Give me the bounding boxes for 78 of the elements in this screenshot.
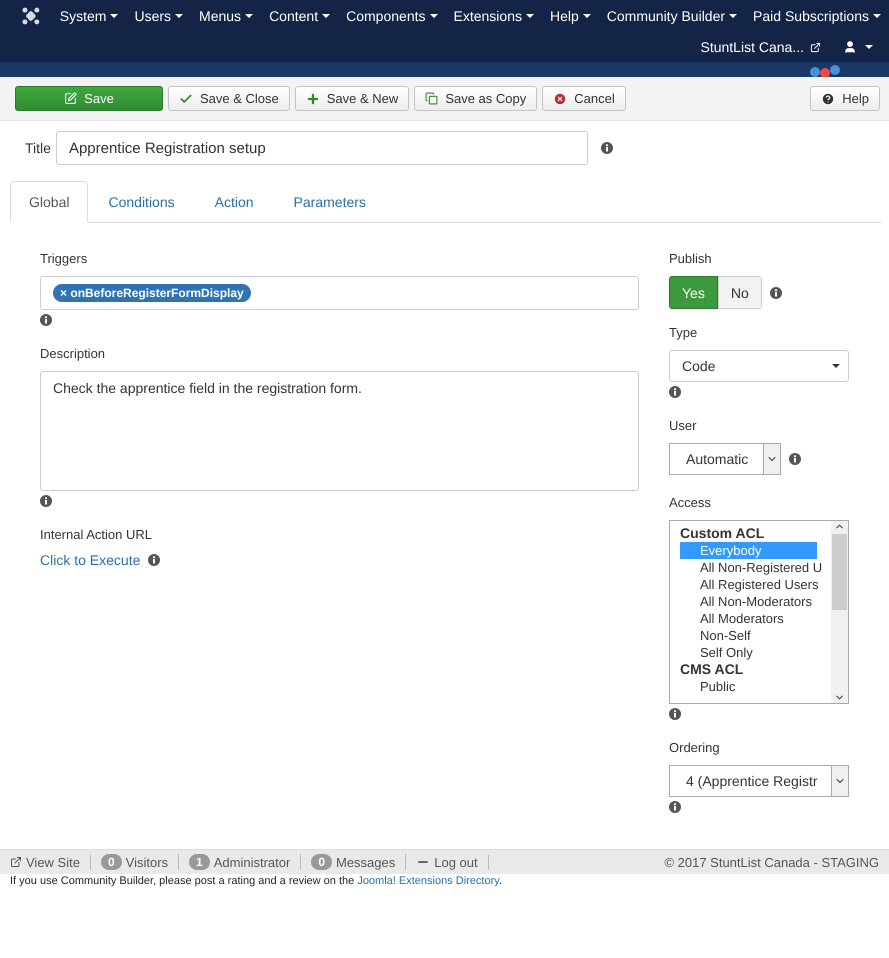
toolbar-button[interactable]: Save & New: [294, 86, 410, 111]
description-field[interactable]: Check the apprentice field in the registration form.: [40, 371, 639, 491]
access-option[interactable]: All Non-Registered U: [680, 559, 822, 576]
access-option[interactable]: All Registered Users: [680, 576, 818, 593]
info-icon: [770, 286, 782, 298]
ordering-select[interactable]: 4 (Apprentice Registr: [669, 765, 849, 797]
info-icon: [40, 495, 52, 507]
field-label: Type: [669, 325, 698, 340]
cancel-icon: [553, 92, 568, 106]
user-select[interactable]: Automatic: [669, 443, 781, 475]
menu-item[interactable]: Help: [542, 8, 599, 24]
access-option[interactable]: Self Only: [680, 644, 817, 661]
status-item[interactable]: 0 Messages: [301, 854, 406, 870]
access-listbox[interactable]: Custom ACL Everybody All Non-Registered U All Registered Users All Non-Moderators All Moderators Non-Self Self Only CMS ACL Public: [669, 520, 849, 704]
help-button[interactable]: Help: [810, 86, 880, 111]
menu-item[interactable]: Menus: [191, 8, 262, 24]
info-icon: [669, 386, 681, 398]
access-option[interactable]: Public: [680, 678, 817, 695]
tab[interactable]: Conditions: [90, 181, 193, 222]
menu-item[interactable]: Components: [338, 8, 446, 24]
menu-item[interactable]: Community Builder: [598, 8, 746, 24]
field-label: Triggers: [40, 251, 88, 266]
tab[interactable]: Global: [10, 181, 88, 223]
external-link-icon: [10, 856, 22, 868]
field-label: Ordering: [669, 740, 721, 755]
toolbar-button[interactable]: Save: [15, 86, 163, 111]
info-icon: [148, 554, 160, 566]
copy-icon: [425, 92, 438, 105]
user-icon: [843, 40, 857, 54]
tab[interactable]: Parameters: [276, 181, 384, 222]
menu-item[interactable]: Paid Subscriptions: [745, 8, 889, 24]
view-site-link[interactable]: View Site: [10, 854, 91, 870]
info-icon: [669, 708, 681, 720]
field-label: User: [669, 418, 698, 433]
logout-link[interactable]: Log out: [406, 854, 489, 870]
toolbar-button[interactable]: Save & Close: [168, 86, 290, 111]
user-menu[interactable]: [843, 40, 873, 54]
publish-toggle[interactable]: Yes: [669, 276, 718, 309]
field-label: Access: [669, 495, 712, 510]
menu-item[interactable]: Users: [126, 8, 192, 24]
directory-link[interactable]: Joomla! Extensions Directory: [357, 875, 499, 887]
footer-note: If you use Community Builder, please post a rating and a review on the Joomla! Extensions Directory.: [9, 874, 503, 888]
access-option[interactable]: All Non-Moderators: [680, 593, 817, 610]
plus-icon: [306, 92, 320, 106]
info-icon: [669, 801, 681, 813]
edit-icon: [64, 92, 78, 105]
publish-toggle[interactable]: No: [718, 276, 762, 309]
help-icon: [821, 92, 836, 106]
menu-item[interactable]: Content: [261, 8, 338, 24]
info-icon: [600, 142, 613, 154]
site-link[interactable]: StuntList Cana...: [700, 39, 821, 55]
field-label: Description: [40, 346, 106, 361]
title-field[interactable]: Apprentice Registration setup: [56, 131, 588, 165]
logo-icon[interactable]: [22, 7, 40, 25]
toolbar-button[interactable]: Save as Copy: [414, 86, 538, 111]
title-label: Title: [25, 140, 51, 156]
menu-item[interactable]: Extensions: [446, 8, 542, 24]
access-option[interactable]: All Moderators: [680, 610, 817, 627]
scrollbar[interactable]: [831, 521, 848, 703]
check-icon: [179, 92, 193, 106]
execute-link[interactable]: Click to Execute: [40, 552, 140, 568]
status-item[interactable]: 0 Visitors: [90, 854, 180, 870]
menu-item[interactable]: System: [52, 8, 126, 24]
info-icon: [789, 453, 801, 465]
access-option[interactable]: Non-Self: [680, 627, 817, 644]
option-group-label: Custom ACL: [680, 525, 766, 542]
status-item[interactable]: 1 Administrator: [179, 854, 302, 870]
toolbar-button[interactable]: Cancel: [542, 86, 626, 111]
field-label: Publish: [669, 251, 713, 266]
triggers-field[interactable]: × onBeforeRegisterFormDisplay: [40, 276, 639, 310]
tab[interactable]: Action: [196, 181, 272, 222]
copyright-text: © 2017 StuntList Canada - STAGING: [664, 854, 879, 870]
field-label: Internal Action URL: [40, 527, 154, 542]
external-link-icon: [810, 42, 821, 52]
trigger-tag[interactable]: × onBeforeRegisterFormDisplay: [53, 284, 251, 302]
info-icon: [40, 314, 52, 326]
option-group-label: CMS ACL: [680, 661, 744, 678]
type-select[interactable]: Code: [669, 350, 849, 382]
